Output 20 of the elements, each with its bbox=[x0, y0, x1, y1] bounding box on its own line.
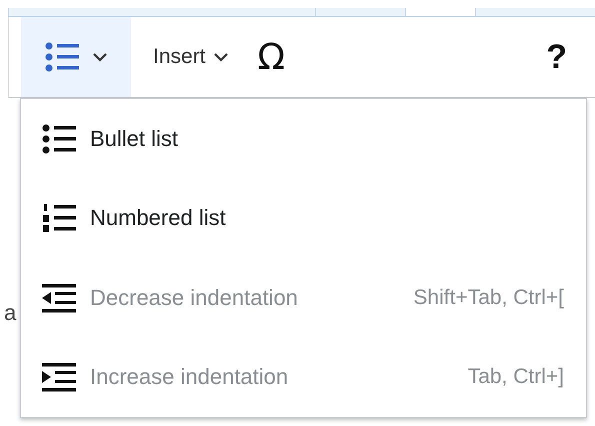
decrease-indent-icon bbox=[42, 282, 76, 313]
menu-item-label: Bullet list bbox=[90, 126, 178, 152]
special-character-button[interactable]: Ω bbox=[258, 36, 286, 78]
increase-indent-icon bbox=[42, 362, 76, 392]
insert-button[interactable]: Insert bbox=[153, 45, 228, 69]
menu-item-label: Decrease indentation bbox=[90, 284, 298, 311]
menu-item[interactable]: Numbered list bbox=[21, 178, 586, 258]
shortcut-text: Shift+Tab, Ctrl+[ bbox=[413, 286, 564, 310]
help-button[interactable]: ? bbox=[546, 38, 567, 76]
menu-item[interactable]: Bullet list bbox=[21, 99, 586, 178]
bullet-list-icon bbox=[42, 124, 76, 154]
numbered-list-icon bbox=[42, 203, 76, 234]
bullet-list-icon bbox=[45, 42, 79, 72]
chevron-down-icon bbox=[214, 52, 228, 62]
chevron-down-icon bbox=[93, 52, 107, 62]
menu-item-label: Increase indentation bbox=[90, 364, 288, 390]
shortcut-text: Tab, Ctrl+] bbox=[468, 365, 564, 390]
menu-item-label: Numbered list bbox=[90, 205, 226, 232]
list-button[interactable] bbox=[21, 17, 131, 97]
page-text: a bbox=[4, 300, 16, 326]
